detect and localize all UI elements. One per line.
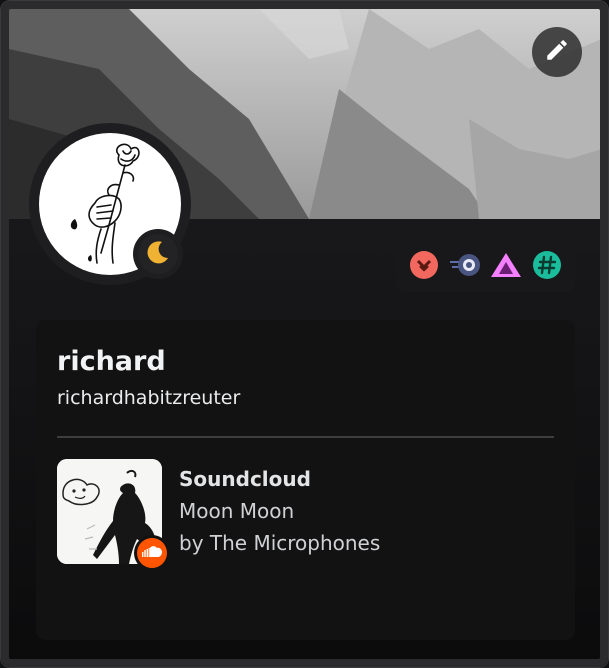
- soundcloud-badge: [134, 535, 170, 571]
- activity-section: Soundcloud Moon Moon by The Microphones: [57, 459, 554, 571]
- triangle-badge-icon: [489, 250, 523, 284]
- orbit-badge-icon: [448, 250, 482, 284]
- divider: [57, 436, 554, 438]
- profile-card: richard richardhabitzreuter Soundcloud M…: [0, 0, 609, 668]
- hashtag-badge-icon: [532, 250, 562, 284]
- username[interactable]: richardhabitzreuter: [57, 385, 240, 411]
- activity-artist[interactable]: by The Microphones: [179, 529, 380, 557]
- display-name: richard: [57, 346, 166, 377]
- idle-moon-icon: [145, 239, 171, 269]
- pencil-icon: [544, 37, 570, 67]
- status-indicator: [133, 229, 183, 279]
- profile-info-panel: richard richardhabitzreuter Soundcloud M…: [36, 320, 575, 640]
- avatar-container[interactable]: [29, 123, 191, 285]
- activity-title: Soundcloud: [179, 467, 311, 491]
- badge-chevron[interactable]: [408, 250, 440, 284]
- badge-list: [396, 241, 575, 292]
- chevron-badge-icon: [409, 250, 439, 284]
- badge-hashtag[interactable]: [531, 250, 563, 284]
- soundcloud-icon: [141, 544, 163, 563]
- badge-triangle[interactable]: [490, 251, 522, 283]
- badge-orbit[interactable]: [449, 251, 481, 283]
- edit-profile-button[interactable]: [532, 27, 582, 77]
- activity-song[interactable]: Moon Moon: [179, 497, 294, 525]
